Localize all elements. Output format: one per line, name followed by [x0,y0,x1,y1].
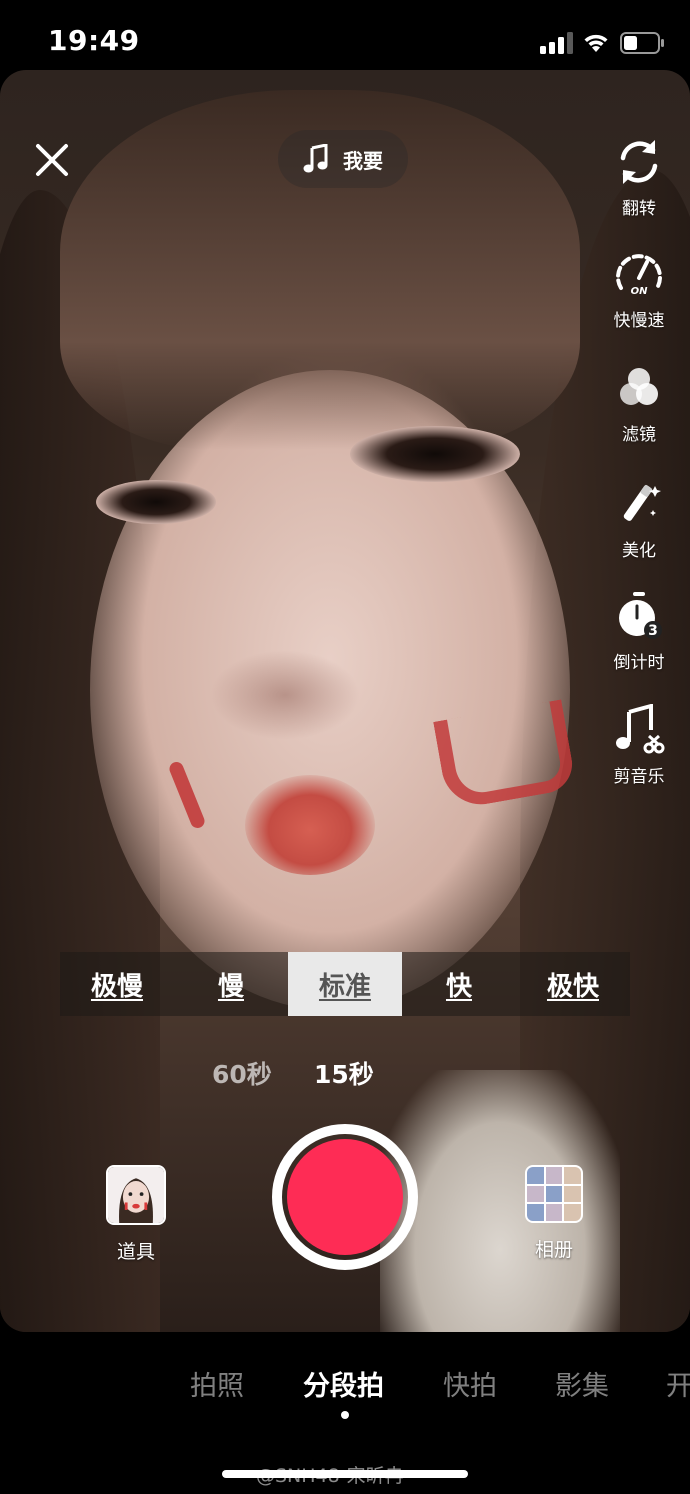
record-button[interactable] [272,1124,418,1270]
preview-eye-right [350,426,520,482]
watermark: @SNH48-宋昕冉 [256,1465,404,1487]
beauty-button[interactable]: 美化 [598,478,680,561]
active-mode-indicator [341,1411,349,1419]
rail-label-cut-music: 剪音乐 [613,767,665,787]
status-bar: 19:49 [0,0,690,70]
close-icon[interactable] [30,138,74,182]
countdown-badge: 3 [648,623,658,639]
wifi-icon [584,34,608,52]
rail-label-flip: 翻转 [622,199,656,219]
duration-15s[interactable]: 15秒 [314,1055,374,1091]
rail-label-countdown: 倒计时 [613,653,665,673]
mode-tab-album[interactable]: 影集 [555,1364,609,1403]
filter-button[interactable]: 滤镜 [598,362,680,445]
countdown-button[interactable]: 3 倒计时 [598,590,680,673]
music-label: 我要 [343,148,383,173]
cut-music-button[interactable]: 剪音乐 [598,704,680,787]
mode-tab-quick[interactable]: 快拍 [443,1364,497,1403]
filter-icon [620,368,658,405]
beauty-wand-icon [623,484,661,521]
speed-selector: 极慢 慢 标准 快 极快 [60,952,630,1016]
capture-mode-tabs: 拍照 分段拍 快拍 影集 开 [0,1364,690,1404]
countdown-timer-icon: 3 [619,592,662,639]
speed-option-fast[interactable]: 快 [402,952,516,1016]
duration-60s[interactable]: 60秒 [212,1055,272,1091]
music-note-icon [303,144,328,173]
speed-option-very-fast[interactable]: 极快 [516,952,630,1016]
speed-option-slow[interactable]: 慢 [174,952,288,1016]
speed-toggle-button[interactable]: ON 快慢速 [598,248,680,331]
record-button-core [287,1139,403,1255]
rail-label-beauty: 美化 [622,541,656,561]
props-button[interactable]: 道具 [100,1165,172,1264]
preview-nose [210,650,360,740]
mode-tab-segment[interactable]: 分段拍 [303,1364,384,1403]
status-time: 19:49 [48,24,140,57]
select-music-button[interactable]: 我要 [278,130,408,188]
speed-icon: ON [616,254,662,297]
rail-label-filter: 滤镜 [622,425,656,445]
album-label: 相册 [534,1239,573,1261]
battery-icon [620,32,664,54]
album-thumbnail [525,1165,583,1223]
mode-tab-live[interactable]: 开 [666,1364,690,1403]
cut-music-icon [616,704,665,754]
rail-label-speed: 快慢速 [613,311,665,331]
preview-eye-left [96,480,216,524]
props-label: 道具 [116,1241,155,1263]
mode-tab-photo[interactable]: 拍照 [190,1364,244,1403]
speed-option-normal[interactable]: 标准 [288,952,402,1016]
preview-lips [245,775,375,875]
speed-on-badge: ON [631,286,649,297]
cellular-signal-icon [540,32,573,54]
flip-camera-icon [620,140,658,184]
flip-camera-button[interactable]: 翻转 [598,136,680,219]
speed-option-very-slow[interactable]: 极慢 [60,952,174,1016]
album-button[interactable]: 相册 [518,1165,590,1262]
props-thumbnail [106,1165,166,1225]
